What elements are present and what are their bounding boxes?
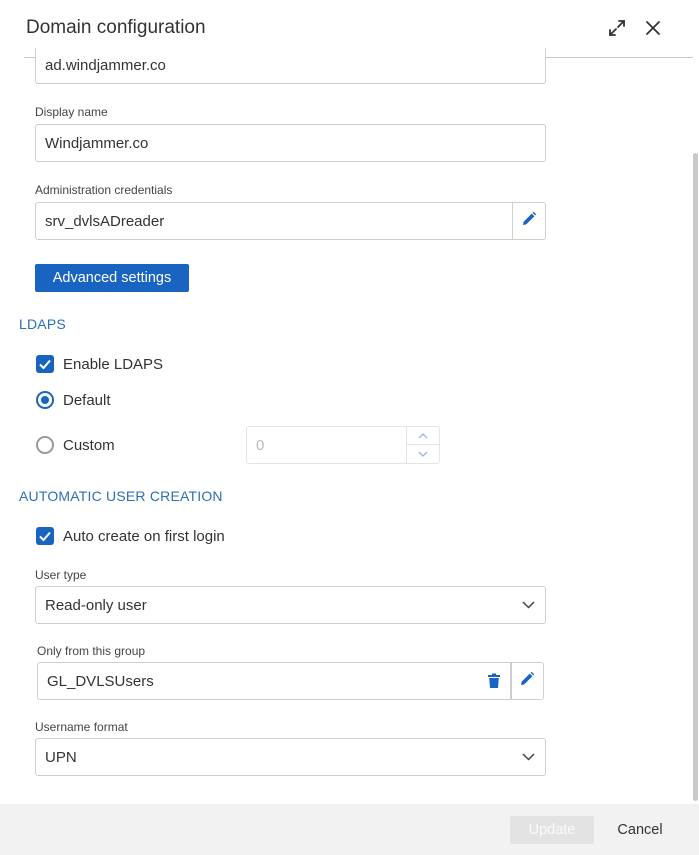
checkmark-icon — [39, 531, 51, 542]
chevron-down-icon — [522, 601, 535, 609]
pencil-icon — [521, 211, 537, 232]
scrollbar[interactable] — [693, 153, 698, 801]
user-type-value: Read-only user — [45, 596, 147, 614]
username-format-label: Username format — [35, 720, 128, 734]
admin-credentials-input[interactable]: srv_dvlsADreader — [35, 202, 513, 240]
expand-icon[interactable] — [606, 17, 628, 39]
edit-credentials-button[interactable] — [512, 202, 546, 240]
group-label: Only from this group — [37, 644, 146, 658]
custom-port-input[interactable]: 0 — [246, 426, 407, 464]
port-decrement-button[interactable] — [406, 445, 440, 464]
username-format-value: UPN — [45, 748, 77, 766]
custom-radio[interactable] — [36, 436, 54, 454]
port-increment-button[interactable] — [406, 426, 440, 445]
display-name-label: Display name — [35, 105, 108, 119]
chevron-down-icon — [418, 451, 428, 457]
chevron-down-icon — [522, 753, 535, 761]
domain-input[interactable]: ad.windjammer.co — [35, 48, 546, 84]
update-button[interactable]: Update — [510, 816, 594, 844]
default-radio-label: Default — [63, 392, 111, 409]
trash-icon[interactable] — [487, 673, 501, 693]
dialog-title: Domain configuration — [26, 17, 206, 38]
enable-ldaps-checkbox[interactable] — [36, 355, 54, 373]
chevron-up-icon — [418, 432, 428, 438]
auto-user-section-title: AUTOMATIC USER CREATION — [19, 488, 223, 504]
default-radio[interactable] — [36, 391, 54, 409]
edit-group-button[interactable] — [510, 662, 544, 700]
domain-configuration-dialog: Domain configuration ad.windjammer.co Di… — [0, 0, 699, 855]
username-format-select[interactable]: UPN — [35, 738, 546, 776]
cancel-button[interactable]: Cancel — [605, 816, 675, 844]
auto-create-label: Auto create on first login — [63, 528, 225, 545]
custom-radio-label: Custom — [63, 437, 115, 454]
display-name-input[interactable]: Windjammer.co — [35, 124, 546, 162]
ldaps-section-title: LDAPS — [19, 316, 66, 332]
pencil-icon — [519, 671, 535, 692]
group-value: GL_DVLSUsers — [47, 672, 154, 690]
user-type-label: User type — [35, 568, 87, 582]
group-input[interactable]: GL_DVLSUsers — [37, 662, 512, 700]
dialog-footer — [0, 804, 699, 855]
checkmark-icon — [39, 359, 51, 370]
enable-ldaps-label: Enable LDAPS — [63, 356, 164, 373]
advanced-settings-button[interactable]: Advanced settings — [35, 264, 189, 292]
admin-credentials-label: Administration credentials — [35, 183, 173, 197]
user-type-select[interactable]: Read-only user — [35, 586, 546, 624]
close-icon[interactable] — [642, 17, 664, 39]
auto-create-checkbox[interactable] — [36, 527, 54, 545]
